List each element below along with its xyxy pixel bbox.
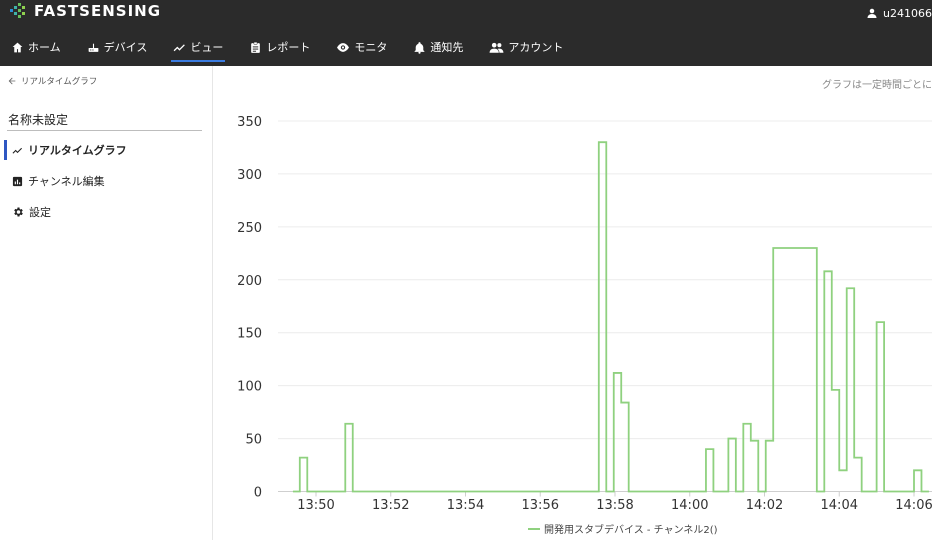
router-icon [88, 43, 99, 52]
series-line [292, 141, 929, 493]
y-tick-label: 150 [237, 327, 262, 342]
arrow-left-icon [8, 77, 16, 85]
y-tick-label: 300 [237, 168, 262, 183]
person-icon [867, 8, 877, 18]
nav-label: アカウント [508, 41, 564, 54]
home-icon [12, 42, 23, 52]
bar-chart-icon [12, 176, 23, 186]
nav-label: デバイス [103, 41, 148, 54]
eye-icon [337, 42, 350, 52]
legend-label: 開発用スタブデバイス - チャンネル2() [544, 525, 718, 536]
page-title: 名称未設定 [8, 113, 69, 127]
x-tick-label: 14:02 [746, 498, 783, 513]
user-menu[interactable]: u241066 [866, 4, 932, 22]
top-app-bar: FASTSENSING u241066 ホーム デバイス ビュー レポート モニ… [0, 0, 932, 66]
bell-icon [414, 41, 425, 54]
clipboard-icon [251, 41, 261, 53]
legend-swatch [528, 527, 540, 530]
x-tick-label: 14:06 [895, 498, 932, 513]
x-tick-label: 13:58 [596, 498, 633, 513]
back-link-label: リアルタイムグラフ [21, 77, 98, 87]
y-tick-label: 350 [237, 115, 262, 130]
x-tick-label: 13:50 [297, 498, 334, 513]
trending-icon [12, 147, 23, 154]
nav-label: モニタ [354, 41, 388, 54]
sidebar: リアルタイムグラフ 名称未設定 リアルタイムグラフ チャンネル編集 設定 [0, 66, 213, 540]
nav-item-monitor[interactable]: モニタ [336, 34, 387, 60]
x-tick-label: 13:56 [522, 498, 559, 513]
divider [7, 130, 202, 131]
nav-label: ビュー [190, 41, 224, 54]
y-tick-label: 0 [254, 486, 262, 501]
realtime-line-chart: 0 50 100 150 200 250 300 350 13:50 13:52 13:54 13:5… [237, 115, 932, 513]
chart-legend[interactable]: 開発用スタブデバイス - チャンネル2() [528, 521, 718, 536]
people-icon [489, 42, 504, 53]
nav-item-notify[interactable]: 通知先 [413, 34, 463, 60]
nav-item-view[interactable]: ビュー [171, 34, 226, 62]
brand-logo[interactable]: FASTSENSING [10, 1, 161, 21]
nav-label: 通知先 [430, 41, 464, 54]
nav-item-account[interactable]: アカウント [489, 34, 563, 60]
brand-name: FASTSENSING [34, 2, 162, 20]
user-name: u241066 [883, 6, 932, 20]
nav-label: レポート [266, 41, 311, 54]
trending-icon [173, 43, 186, 51]
sidebar-item-label: チャンネル編集 [28, 175, 105, 188]
sidebar-item-label: リアルタイムグラフ [28, 144, 127, 157]
main-nav: ホーム デバイス ビュー レポート モニタ 通知先 アカウント [0, 34, 563, 62]
x-tick-label: 13:54 [447, 498, 484, 513]
sidebar-item-label: 設定 [29, 206, 51, 219]
fastsensing-logo-icon [10, 3, 25, 18]
sidebar-item-realtime-graph[interactable]: リアルタイムグラフ [0, 139, 213, 161]
y-tick-label: 100 [237, 380, 262, 395]
nav-item-home[interactable]: ホーム [11, 34, 61, 60]
nav-label: ホーム [28, 41, 61, 54]
gear-icon [14, 207, 23, 217]
y-tick-label: 50 [245, 433, 262, 448]
x-tick-label: 13:52 [372, 498, 409, 513]
nav-item-report[interactable]: レポート [249, 34, 310, 60]
back-link[interactable]: リアルタイムグラフ [7, 75, 97, 87]
x-tick-label: 14:00 [671, 498, 708, 513]
main-content: グラフは一定時間ごとに 0 50 100 150 200 250 300 350 13:50 13… [214, 66, 932, 540]
y-tick-label: 250 [237, 221, 262, 236]
nav-item-devices[interactable]: デバイス [87, 34, 148, 60]
sidebar-item-settings[interactable]: 設定 [0, 201, 213, 223]
sidebar-item-channel-edit[interactable]: チャンネル編集 [0, 170, 213, 192]
y-tick-label: 200 [237, 274, 262, 289]
x-tick-label: 14:04 [821, 498, 858, 513]
